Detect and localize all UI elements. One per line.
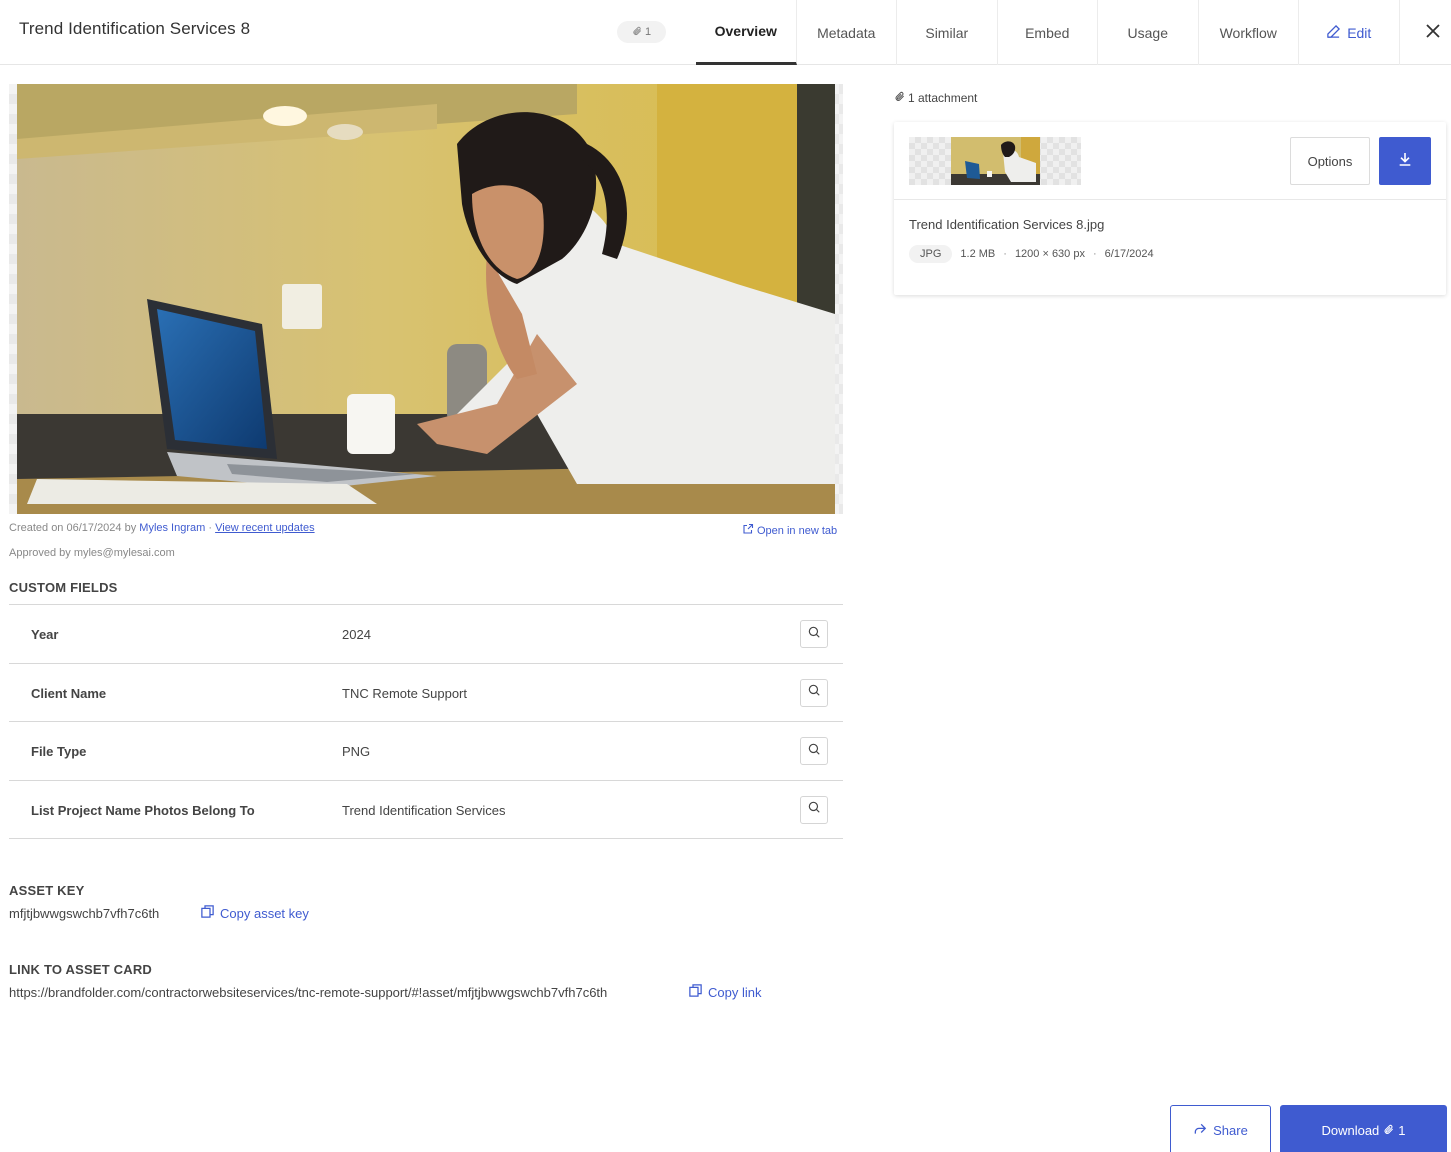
copy-link-button[interactable]: Copy link bbox=[688, 983, 761, 1001]
field-label: Client Name bbox=[31, 685, 107, 701]
field-label: List Project Name Photos Belong To bbox=[31, 802, 255, 818]
search-icon bbox=[807, 683, 821, 702]
asset-title: Trend Identification Services 8 bbox=[19, 19, 251, 38]
field-search-button[interactable] bbox=[800, 678, 828, 707]
search-icon bbox=[807, 625, 821, 644]
paperclip-icon bbox=[894, 91, 905, 105]
attachment-count-pill[interactable]: 1 bbox=[617, 21, 666, 43]
attachment-file-name: Trend Identification Services 8.jpg bbox=[909, 217, 1105, 232]
download-attachment-button[interactable] bbox=[1379, 137, 1431, 185]
attachment-thumbnail-area bbox=[909, 137, 1081, 185]
field-row-year: Year 2024 bbox=[9, 605, 843, 664]
custom-fields-table: Year 2024 Client Name TNC Remote Support… bbox=[9, 604, 843, 839]
separator-dot: · bbox=[1092, 248, 1097, 260]
copy-link-label: Copy link bbox=[708, 984, 762, 1000]
share-icon bbox=[1193, 1122, 1207, 1139]
separator-dot: · bbox=[208, 522, 213, 534]
attachment-count: 1 bbox=[644, 26, 652, 38]
copy-icon bbox=[200, 904, 215, 922]
download-count: 1 bbox=[1398, 1122, 1406, 1138]
attachment-thumbnail[interactable] bbox=[951, 137, 1040, 185]
field-search-button[interactable] bbox=[800, 620, 828, 648]
file-date: 6/17/2024 bbox=[1104, 248, 1154, 260]
search-icon bbox=[807, 742, 821, 761]
share-button[interactable]: Share bbox=[1170, 1105, 1271, 1152]
field-value: PNG bbox=[342, 744, 371, 759]
tab-embed[interactable]: Embed bbox=[998, 0, 1098, 65]
asset-preview bbox=[9, 84, 843, 514]
file-dimensions: 1200 × 630 px bbox=[1014, 248, 1085, 260]
open-in-new-tab-link[interactable]: Open in new tab bbox=[742, 523, 837, 538]
card-divider bbox=[894, 199, 1446, 200]
field-label: File Type bbox=[31, 744, 87, 759]
attachments-count: 1 attachment bbox=[894, 91, 977, 105]
options-button[interactable]: Options bbox=[1290, 137, 1370, 185]
asset-link-title: LINK TO ASSET CARD bbox=[9, 962, 152, 977]
field-value: Trend Identification Services bbox=[342, 802, 506, 818]
attachment-meta: JPG 1.2 MB · 1200 × 630 px · 6/17/2024 bbox=[909, 245, 1154, 263]
view-recent-updates-link[interactable]: View recent updates bbox=[215, 522, 314, 534]
tab-bar: Overview Metadata Similar Embed Usage Wo… bbox=[696, 0, 1400, 65]
separator-dot: · bbox=[1003, 248, 1007, 260]
created-prefix: Created on 06/17/2024 by bbox=[9, 522, 137, 534]
close-icon bbox=[1426, 23, 1440, 43]
field-search-button[interactable] bbox=[800, 795, 828, 824]
asset-key-title: ASSET KEY bbox=[9, 883, 85, 898]
file-type-badge: JPG bbox=[909, 245, 953, 263]
paperclip-icon bbox=[632, 26, 642, 39]
search-icon bbox=[807, 800, 821, 819]
field-row-client-name: Client Name TNC Remote Support bbox=[9, 664, 843, 722]
attachments-count-label: 1 attachment bbox=[908, 91, 978, 105]
field-row-project-name: List Project Name Photos Belong To Trend… bbox=[9, 781, 843, 839]
field-row-file-type: File Type PNG bbox=[9, 722, 843, 781]
open-in-new-tab-label: Open in new tab bbox=[757, 524, 838, 537]
copy-asset-key-label: Copy asset key bbox=[220, 905, 309, 921]
field-value: TNC Remote Support bbox=[342, 685, 467, 701]
field-search-button[interactable] bbox=[800, 737, 828, 765]
share-label: Share bbox=[1213, 1122, 1248, 1138]
tab-edit[interactable]: Edit bbox=[1299, 0, 1400, 65]
asset-header: Trend Identification Services 8 1 Overvi… bbox=[0, 0, 1451, 65]
field-value: 2024 bbox=[342, 627, 371, 642]
download-icon bbox=[1397, 151, 1413, 172]
field-label: Year bbox=[31, 627, 59, 642]
pencil-icon bbox=[1326, 24, 1341, 42]
created-info: Created on 06/17/2024 by Myles Ingram · … bbox=[9, 522, 315, 534]
asset-photo[interactable] bbox=[17, 84, 835, 514]
paperclip-icon bbox=[1383, 1123, 1394, 1138]
asset-card-url: https://brandfolder.com/contractorwebsit… bbox=[9, 985, 608, 1000]
creator-link[interactable]: Myles Ingram bbox=[139, 522, 205, 534]
tab-similar[interactable]: Similar bbox=[897, 0, 998, 65]
asset-key-value: mfjtjbwwgswchb7vfh7c6th bbox=[9, 906, 160, 921]
tab-usage[interactable]: Usage bbox=[1098, 0, 1199, 65]
tab-metadata[interactable]: Metadata bbox=[797, 0, 897, 65]
tab-edit-label: Edit bbox=[1347, 24, 1372, 41]
tab-overview[interactable]: Overview bbox=[696, 0, 797, 65]
file-size: 1.2 MB bbox=[960, 248, 996, 260]
custom-fields-title: CUSTOM FIELDS bbox=[9, 580, 118, 595]
external-link-icon bbox=[742, 523, 754, 538]
close-button[interactable] bbox=[1418, 18, 1448, 48]
approved-info: Approved by myles@mylesai.com bbox=[9, 547, 175, 559]
attachment-card: Options Trend Identification Services 8.… bbox=[894, 122, 1446, 295]
tab-workflow[interactable]: Workflow bbox=[1199, 0, 1299, 65]
copy-asset-key-button[interactable]: Copy asset key bbox=[200, 904, 309, 922]
download-button[interactable]: Download 1 bbox=[1280, 1105, 1447, 1152]
download-label: Download bbox=[1321, 1122, 1380, 1138]
copy-icon bbox=[688, 983, 703, 1001]
